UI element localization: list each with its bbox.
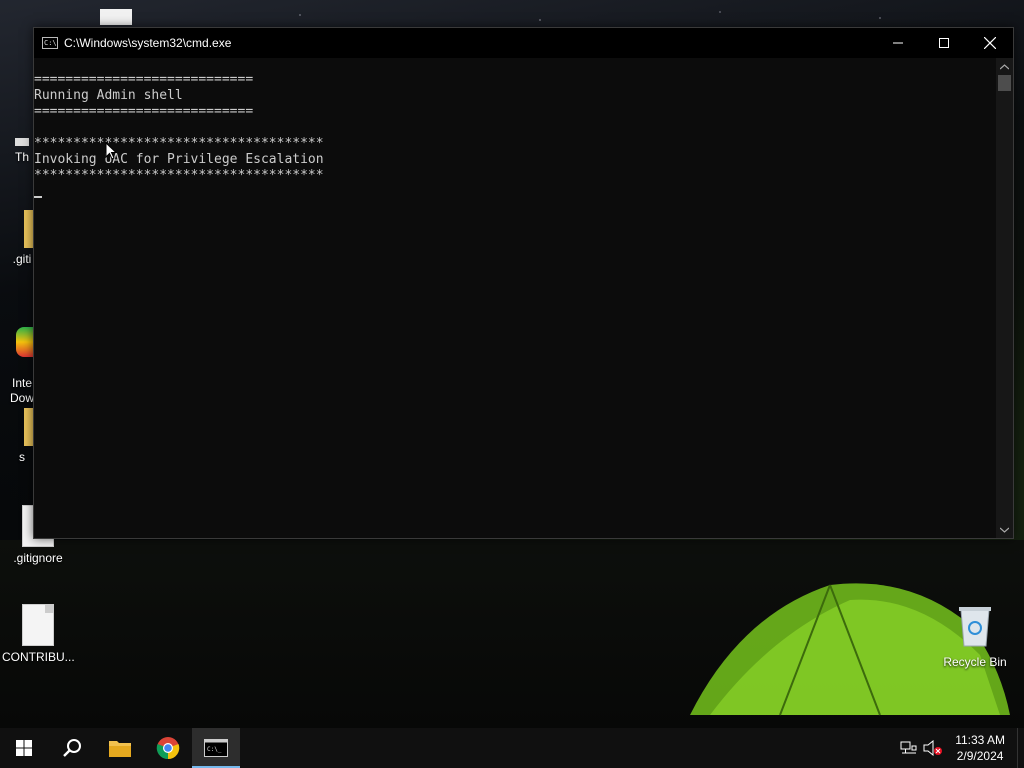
chrome-button[interactable] (144, 728, 192, 768)
console-line: ************************************* (34, 168, 324, 183)
desktop-icon-label: Recycle Bin (943, 655, 1007, 669)
file-explorer-button[interactable] (96, 728, 144, 768)
volume-muted-icon (923, 740, 943, 756)
scroll-up-button[interactable] (996, 58, 1013, 75)
maximize-icon (939, 38, 949, 48)
close-button[interactable] (967, 28, 1013, 58)
close-icon (984, 37, 996, 49)
cmd-icon: C:\ (42, 37, 58, 49)
console-line-cursor (34, 184, 996, 200)
console-line: Invoking UAC for Privilege Escalation (34, 152, 324, 167)
desktop-icon-recycle-bin[interactable]: Recycle Bin (939, 604, 1011, 669)
search-button[interactable] (48, 728, 96, 768)
desktop-icon-label: Th (14, 150, 29, 164)
taskbar: C:\_ 11:33 AM 2/9/2024 (0, 728, 1024, 768)
desktop-icon-label: .gitignore (13, 551, 63, 565)
download-manager-icon (16, 327, 34, 357)
desktop-icon-label: Inte Dow (9, 376, 34, 405)
vertical-scrollbar[interactable] (996, 58, 1013, 538)
scroll-down-button[interactable] (996, 521, 1013, 538)
start-icon (16, 740, 32, 756)
volume-button[interactable] (921, 728, 945, 768)
mouse-pointer-icon (105, 142, 117, 160)
window-title: C:\Windows\system32\cmd.exe (64, 36, 232, 50)
desktop-icon-label: CONTRIBU... (2, 650, 75, 664)
taskbar-clock[interactable]: 11:33 AM 2/9/2024 (945, 732, 1017, 764)
maximize-button[interactable] (921, 28, 967, 58)
arrow-icon (15, 138, 29, 146)
console-line: Running Admin shell (34, 88, 183, 103)
document-icon (100, 9, 132, 25)
start-button[interactable] (0, 728, 48, 768)
console-output[interactable]: ============================ Running Adm… (34, 58, 996, 538)
clock-date: 2/9/2024 (956, 749, 1004, 763)
cmd-taskbar-icon: C:\_ (204, 739, 228, 757)
file-explorer-icon (109, 741, 131, 757)
recycle-bin-icon (959, 607, 991, 647)
file-icon (22, 604, 54, 646)
console-line: ============================ (34, 104, 254, 119)
svg-text:C:\_: C:\_ (207, 746, 222, 753)
network-button[interactable] (897, 728, 921, 768)
scroll-thumb[interactable] (998, 75, 1011, 91)
cmd-taskbar-button[interactable]: C:\_ (192, 728, 240, 768)
chevron-up-icon (1000, 63, 1009, 69)
console-line: ************************************* (34, 136, 324, 151)
system-tray: 11:33 AM 2/9/2024 (897, 728, 1024, 768)
chrome-icon (156, 737, 180, 760)
desktop-icon-top-file[interactable] (96, 9, 136, 29)
desktop-icon-label: .giti (12, 252, 32, 266)
desktop-icon-label: s (19, 450, 25, 464)
clock-time: 11:33 AM (955, 733, 1005, 747)
text-cursor (34, 196, 42, 198)
desktop-icon-contributing[interactable]: CONTRIBU... (2, 604, 75, 664)
network-icon (900, 741, 917, 754)
cmd-window[interactable]: C:\ C:\Windows\system32\cmd.exe ========… (33, 27, 1014, 539)
console-line: ============================ (34, 72, 254, 87)
title-bar[interactable]: C:\ C:\Windows\system32\cmd.exe (34, 28, 1013, 58)
minimize-button[interactable] (875, 28, 921, 58)
minimize-icon (893, 42, 903, 44)
search-icon (63, 739, 81, 757)
chevron-down-icon (1000, 527, 1009, 533)
show-desktop-button[interactable] (1017, 728, 1024, 768)
